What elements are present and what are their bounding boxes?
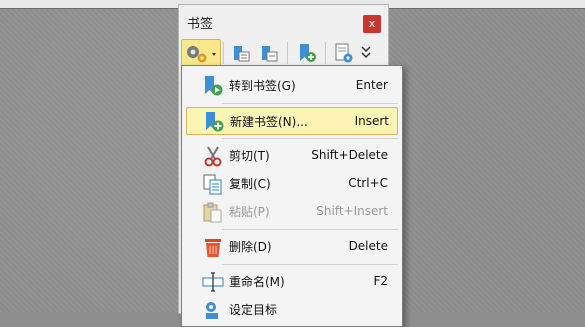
expand-bookmarks-icon xyxy=(234,46,250,62)
menu-item-rename[interactable]: 重命名(M) F2 xyxy=(186,268,396,294)
bookmark-options-gear-icon xyxy=(187,46,216,63)
menu-separator xyxy=(222,264,398,265)
menu-item-shortcut: Enter xyxy=(355,78,388,92)
menu-item-label: 新建书签(N)... xyxy=(230,114,308,129)
menu-item-delete[interactable]: 删除(D) Delete xyxy=(186,233,396,259)
goto-bookmark-icon xyxy=(205,76,223,96)
panel-title: 书签 xyxy=(187,17,214,32)
menu-item-shortcut: F2 xyxy=(373,274,388,288)
menu-item-label: 剪切(T) xyxy=(229,148,270,163)
menu-separator xyxy=(222,229,398,230)
menu-item-label: 复制(C) xyxy=(229,176,271,191)
collapse-bookmarks-button[interactable] xyxy=(257,39,283,67)
add-bookmark-icon xyxy=(300,44,316,62)
add-bookmark-button[interactable] xyxy=(293,39,321,67)
toolbar-separator xyxy=(287,42,288,64)
more-tools-button[interactable] xyxy=(357,39,375,67)
menu-item-label: 重命名(M) xyxy=(229,274,285,289)
scissors-icon xyxy=(204,146,222,167)
menu-item-shortcut: Delete xyxy=(348,239,388,253)
set-target-icon xyxy=(206,302,218,319)
toolbar-separator xyxy=(325,42,326,64)
menu-item-paste[interactable]: 粘贴(P) Shift+Insert xyxy=(186,198,396,224)
new-bookmark-icon xyxy=(206,112,224,132)
menu-item-cut[interactable]: 剪切(T) Shift+Delete xyxy=(186,142,396,168)
menu-item-shortcut: Ctrl+C xyxy=(348,176,388,190)
dropdown-caret-icon xyxy=(212,53,216,56)
trash-icon xyxy=(205,239,221,257)
toolbar-separator xyxy=(223,42,224,64)
menu-item-goto-bookmark[interactable]: 转到书签(G) Enter xyxy=(186,72,396,98)
menu-separator xyxy=(222,138,398,139)
menu-item-set-target[interactable]: 设定目标 xyxy=(186,296,396,322)
menu-item-shortcut: Shift+Insert xyxy=(316,204,388,218)
menu-item-label: 设定目标 xyxy=(229,302,278,317)
paste-icon xyxy=(203,202,222,223)
menu-item-label: 转到书签(G) xyxy=(229,78,296,93)
menu-separator xyxy=(222,103,398,104)
menu-item-copy[interactable]: 复制(C) Ctrl+C xyxy=(186,170,396,196)
bookmark-properties-button[interactable] xyxy=(331,39,357,67)
menu-item-shortcut: Shift+Delete xyxy=(311,148,388,162)
bookmark-context-menu: 转到书签(G) Enter 新建书签(N)... Insert 剪切(T) Sh… xyxy=(181,65,403,327)
rename-icon xyxy=(202,272,224,292)
menu-item-shortcut: Insert xyxy=(354,114,389,128)
menu-item-label: 粘贴(P) xyxy=(229,204,270,219)
collapse-bookmarks-icon xyxy=(262,46,278,62)
menu-item-new-bookmark[interactable]: 新建书签(N)... Insert xyxy=(186,107,398,135)
close-button[interactable]: x xyxy=(363,15,381,33)
copy-icon xyxy=(203,174,222,195)
more-chevron-icon xyxy=(361,46,371,59)
expand-bookmarks-button[interactable] xyxy=(229,39,255,67)
menu-item-label: 删除(D) xyxy=(229,239,272,254)
bookmark-properties-icon xyxy=(335,43,353,63)
